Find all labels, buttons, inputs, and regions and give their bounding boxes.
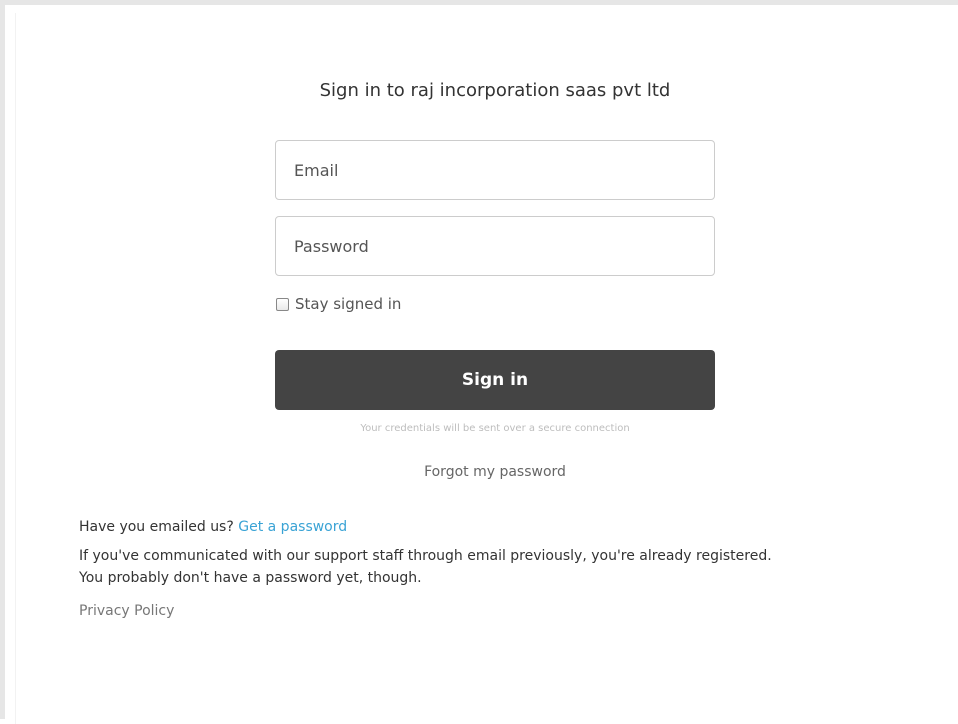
stay-signed-in-label: Stay signed in — [295, 295, 402, 313]
privacy-policy-link[interactable]: Privacy Policy — [79, 603, 939, 619]
email-field[interactable] — [275, 140, 715, 200]
sign-in-button[interactable]: Sign in — [275, 350, 715, 410]
registration-info-line2: You probably don't have a password yet, … — [79, 570, 422, 586]
get-password-link[interactable]: Get a password — [238, 519, 347, 535]
forgot-password-link[interactable]: Forgot my password — [275, 464, 715, 480]
page-title: Sign in to raj incorporation saas pvt lt… — [319, 80, 671, 101]
emailed-us-question: Have you emailed us? — [79, 519, 234, 535]
stay-signed-in-checkbox[interactable] — [276, 297, 289, 311]
secure-connection-note: Your credentials will be sent over a sec… — [360, 423, 630, 434]
sign-in-panel: Sign in to raj incorporation saas pvt lt… — [0, 0, 958, 724]
panel-inner-edge — [15, 13, 16, 724]
registration-info: If you've communicated with our support … — [79, 545, 939, 589]
registration-info-line1: If you've communicated with our support … — [79, 548, 772, 564]
stay-signed-in-toggle[interactable]: Stay signed in — [276, 295, 401, 313]
footer-info: Have you emailed us? Get a password If y… — [79, 519, 939, 619]
get-password-row: Have you emailed us? Get a password — [79, 519, 939, 535]
password-field[interactable] — [275, 216, 715, 276]
